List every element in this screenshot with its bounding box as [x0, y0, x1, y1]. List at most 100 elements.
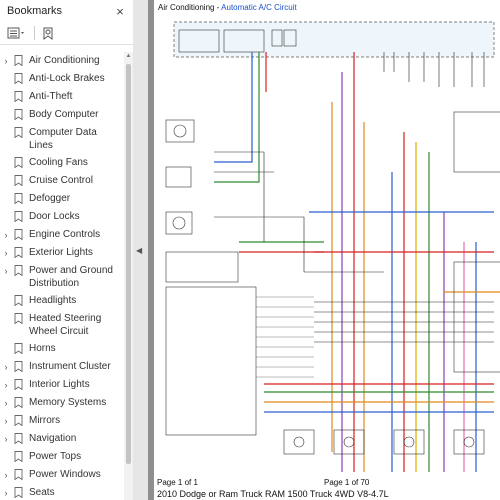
- wiring-diagram: [165, 21, 500, 472]
- bookmark-item[interactable]: › Power Windows: [0, 466, 122, 484]
- bookmark-item[interactable]: Power Tops: [0, 448, 122, 466]
- list-options-icon: [7, 27, 24, 39]
- bookmark-label: Seats: [29, 487, 55, 498]
- bookmark-icon: [14, 73, 23, 84]
- bookmark-icon: [14, 247, 23, 258]
- bookmark-item[interactable]: › Engine Controls: [0, 226, 122, 244]
- bookmark-item[interactable]: Horns: [0, 340, 122, 358]
- document-viewport[interactable]: Air Conditioning - Automatic A/C Circuit: [148, 0, 500, 500]
- pdf-page: Air Conditioning - Automatic A/C Circuit: [154, 0, 500, 500]
- bookmark-icon: [14, 451, 23, 462]
- blower-motor-component: [165, 211, 193, 235]
- collapse-panel-icon[interactable]: ◀: [136, 246, 142, 255]
- bookmarks-scrollbar[interactable]: ▲: [124, 52, 133, 500]
- chevron-right-icon[interactable]: ›: [0, 247, 12, 260]
- scroll-thumb[interactable]: [126, 64, 131, 464]
- bookmark-icon: [14, 157, 23, 168]
- bookmark-item[interactable]: › Seats: [0, 484, 122, 500]
- bookmark-item[interactable]: › Exterior Lights: [0, 244, 122, 262]
- bookmark-item[interactable]: › Navigation: [0, 430, 122, 448]
- pdf-viewer-window: Bookmarks × › Air Conditioning Anti-Lock…: [0, 0, 500, 500]
- ac-heater-control-module: [165, 286, 257, 436]
- panel-splitter[interactable]: ◀: [133, 0, 148, 500]
- bookmark-label: Defogger: [29, 193, 71, 204]
- close-icon[interactable]: ×: [113, 4, 127, 19]
- chevron-right-icon[interactable]: ›: [0, 55, 12, 68]
- bookmark-item[interactable]: › Memory Systems: [0, 394, 122, 412]
- sensor-module: [453, 261, 500, 373]
- find-bookmark-button[interactable]: [41, 24, 55, 42]
- page-counter: Page 1 of 70: [324, 478, 370, 487]
- vehicle-title: 2010 Dodge or Ram Truck RAM 1500 Truck 4…: [157, 489, 389, 499]
- bookmark-icon: [14, 229, 23, 240]
- bookmark-icon: [14, 469, 23, 480]
- bookmark-item[interactable]: Defogger: [0, 190, 122, 208]
- fuse-block: [173, 21, 495, 58]
- blower-module-component: [165, 251, 239, 283]
- bookmark-label: Anti-Theft: [29, 91, 73, 102]
- chevron-right-icon[interactable]: ›: [0, 487, 12, 500]
- bookmark-label: Navigation: [29, 433, 77, 444]
- bookmark-list: › Air Conditioning Anti-Lock Brakes Anti-Th…: [0, 52, 122, 500]
- bookmark-item[interactable]: › Air Conditioning: [0, 52, 122, 70]
- bookmark-icon: [14, 91, 23, 102]
- ac-compressor-component: [165, 166, 192, 188]
- chevron-right-icon[interactable]: ›: [0, 469, 12, 482]
- chevron-right-icon[interactable]: ›: [0, 433, 12, 446]
- bookmark-label: Anti-Lock Brakes: [29, 73, 105, 84]
- bookmark-label: Cruise Control: [29, 175, 93, 186]
- bookmark-label: Heated Steering Wheel Circuit: [29, 313, 102, 337]
- bookmark-icon: [14, 295, 23, 306]
- bookmark-icon: [14, 361, 23, 372]
- bookmark-item[interactable]: Headlights: [0, 292, 122, 310]
- bookmark-item[interactable]: Body Computer: [0, 106, 122, 124]
- bookmark-label: Exterior Lights: [29, 247, 93, 258]
- bookmark-item[interactable]: › Instrument Cluster: [0, 358, 122, 376]
- page-heading: Air Conditioning - Automatic A/C Circuit: [158, 3, 297, 12]
- bookmark-icon: [14, 343, 23, 354]
- door-actuators: [283, 429, 485, 455]
- bookmarks-panel: Bookmarks × › Air Conditioning Anti-Lock…: [0, 0, 134, 500]
- bookmark-label: Power Windows: [29, 469, 101, 480]
- bookmark-item[interactable]: › Mirrors: [0, 412, 122, 430]
- bookmark-label: Power and Ground Distribution: [29, 265, 113, 289]
- bookmark-item[interactable]: Computer Data Lines: [0, 124, 122, 154]
- bookmark-icon: [14, 313, 23, 324]
- bookmark-item[interactable]: Anti-Theft: [0, 88, 122, 106]
- bookmark-item[interactable]: Cooling Fans: [0, 154, 122, 172]
- instrument-cluster-module: [453, 111, 500, 173]
- scroll-up-icon[interactable]: ▲: [124, 52, 133, 61]
- bookmark-item[interactable]: › Interior Lights: [0, 376, 122, 394]
- chevron-right-icon[interactable]: ›: [0, 265, 12, 278]
- chevron-right-icon[interactable]: ›: [0, 361, 12, 374]
- toolbar-divider: [34, 26, 35, 40]
- bookmark-icon: [14, 193, 23, 204]
- bookmark-label: Body Computer: [29, 109, 99, 120]
- bookmark-item[interactable]: › Power and Ground Distribution: [0, 262, 122, 292]
- chevron-right-icon[interactable]: ›: [0, 229, 12, 242]
- bookmarks-toolbar: [0, 22, 133, 45]
- bookmark-item[interactable]: Cruise Control: [0, 172, 122, 190]
- bookmark-item[interactable]: Heated Steering Wheel Circuit: [0, 310, 122, 340]
- bookmark-item[interactable]: Anti-Lock Brakes: [0, 70, 122, 88]
- page-counter-left: Page 1 of 1: [157, 478, 198, 487]
- bookmark-label: Memory Systems: [29, 397, 107, 408]
- bookmark-icon: [14, 55, 23, 66]
- circuit-link[interactable]: Automatic A/C Circuit: [221, 3, 297, 12]
- chevron-right-icon[interactable]: ›: [0, 415, 12, 428]
- bookmark-icon: [14, 211, 23, 222]
- bookmark-label: Engine Controls: [29, 229, 101, 240]
- bookmark-label: Door Locks: [29, 211, 80, 222]
- options-menu-button[interactable]: [6, 24, 28, 42]
- bookmark-icon: [14, 109, 23, 120]
- bookmark-icon: [14, 487, 23, 498]
- bookmark-label: Interior Lights: [29, 379, 90, 390]
- chevron-right-icon[interactable]: ›: [0, 397, 12, 410]
- control-pin-lines: [256, 296, 314, 378]
- bookmark-icon: [14, 433, 23, 444]
- bookmark-search-icon: [43, 27, 53, 40]
- bookmark-icon: [14, 127, 23, 138]
- bookmark-item[interactable]: Door Locks: [0, 208, 122, 226]
- bookmark-icon: [14, 175, 23, 186]
- chevron-right-icon[interactable]: ›: [0, 379, 12, 392]
